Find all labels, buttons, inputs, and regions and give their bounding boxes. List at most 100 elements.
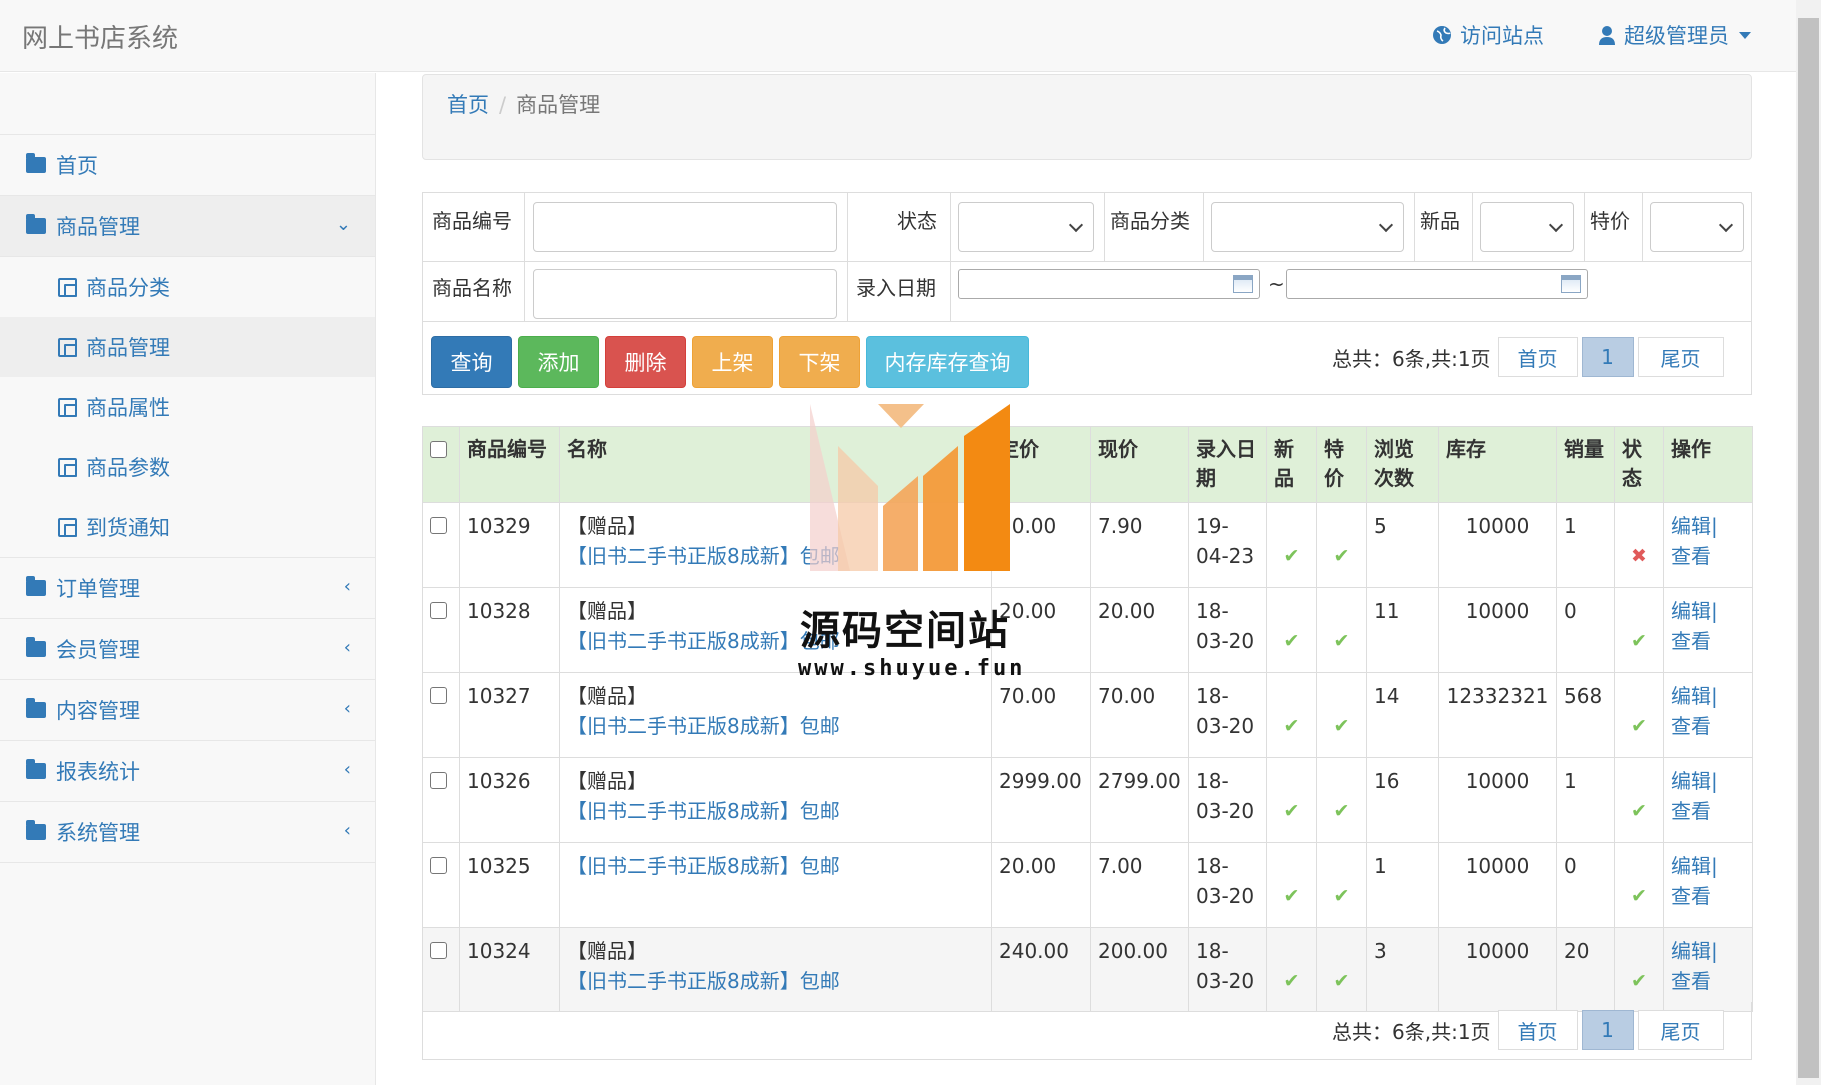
cell-status[interactable]: ✔ [1614,842,1664,928]
status-select[interactable] [958,202,1094,252]
select-all-checkbox[interactable] [430,441,447,458]
page-1-button[interactable]: 1 [1581,1010,1634,1050]
row-checkbox[interactable] [430,942,447,959]
cell-status[interactable]: ✔ [1614,757,1664,843]
edit-link[interactable]: 编辑| [1671,769,1718,793]
cell-status[interactable]: ✔ [1614,587,1664,673]
table-row[interactable]: 10325 【旧书二手书正版8成新】包邮 20.00 7.00 18-03-20 ✔ ✔ 1 1… [422,842,1753,928]
calendar-icon[interactable] [1233,275,1253,293]
product-title-link[interactable]: 【旧书二手书正版8成新】包邮 [567,854,840,878]
sidebar-item-reports[interactable]: 报表统计 ‹ [0,741,375,802]
header-no[interactable]: 商品编号 [459,426,560,503]
delete-button[interactable]: 删除 [605,336,686,388]
cell-new[interactable]: ✔ [1266,587,1317,673]
cell-special[interactable]: ✔ [1316,672,1367,758]
sidebar-item-members[interactable]: 会员管理 ‹ [0,619,375,680]
stock-query-button[interactable]: 内存库存查询 [866,336,1029,388]
cell-status[interactable]: ✔ [1614,672,1664,758]
sidebar-item-content[interactable]: 内容管理 ‹ [0,680,375,741]
header-price[interactable]: 现价 [1090,426,1189,503]
sidebar-subitem-params[interactable]: 商品参数 [0,437,375,497]
view-link[interactable]: 查看 [1671,884,1711,908]
cell-special[interactable]: ✔ [1316,587,1367,673]
table-row[interactable]: 10327 【赠品】 【旧书二手书正版8成新】包邮 70.00 70.00 18-03-2… [422,672,1753,758]
on-shelf-button[interactable]: 上架 [692,336,773,388]
first-page-button[interactable]: 首页 [1497,1010,1578,1050]
cell-special[interactable]: ✔ [1316,842,1367,928]
sidebar-item-orders[interactable]: 订单管理 ‹ [0,558,375,619]
row-checkbox[interactable] [430,517,447,534]
row-checkbox[interactable] [430,687,447,704]
cell-new[interactable]: ✔ [1266,842,1317,928]
sidebar-item-system[interactable]: 系统管理 ‹ [0,802,375,863]
scrollbar-thumb[interactable] [1798,18,1819,1078]
view-link[interactable]: 查看 [1671,629,1711,653]
divider [524,193,525,261]
cell-special[interactable]: ✔ [1316,502,1367,588]
cell-new[interactable]: ✔ [1266,502,1317,588]
query-button[interactable]: 查询 [431,336,512,388]
row-checkbox[interactable] [430,772,447,789]
sidebar-subitem-product[interactable]: 商品管理 [0,317,375,377]
edit-link[interactable]: 编辑| [1671,854,1718,878]
header-new[interactable]: 新品 [1266,426,1317,503]
new-select[interactable] [1480,202,1574,252]
cell-status[interactable]: ✖ [1614,502,1664,588]
product-no-input[interactable] [533,202,837,252]
row-checkbox[interactable] [430,602,447,619]
view-link[interactable]: 查看 [1671,969,1711,993]
edit-link[interactable]: 编辑| [1671,939,1718,963]
cell-new[interactable]: ✔ [1266,757,1317,843]
table-row[interactable]: 10328 【赠品】 【旧书二手书正版8成新】包邮 20.00 20.00 18-03-2… [422,587,1753,673]
page-1-button[interactable]: 1 [1581,337,1634,377]
special-select[interactable] [1650,202,1744,252]
view-link[interactable]: 查看 [1671,799,1711,823]
cell-date: 18-03-20 [1188,842,1267,928]
calendar-icon[interactable] [1561,275,1581,293]
header-views[interactable]: 浏览次数 [1366,426,1439,503]
first-page-button[interactable]: 首页 [1497,337,1578,377]
date-from-input[interactable] [958,269,1260,299]
edit-link[interactable]: 编辑| [1671,684,1718,708]
cell-new[interactable]: ✔ [1266,672,1317,758]
header-sales[interactable]: 销量 [1556,426,1615,503]
cell-no: 10326 [459,757,560,843]
header-status[interactable]: 状态 [1614,426,1664,503]
app-title[interactable]: 网上书店系统 [22,18,178,55]
table-row[interactable]: 10326 【赠品】 【旧书二手书正版8成新】包邮 2999.00 2799.00 18-… [422,757,1753,843]
cell-special[interactable]: ✔ [1316,757,1367,843]
add-button[interactable]: 添加 [518,336,599,388]
cell-new[interactable]: ✔ [1266,927,1317,1012]
last-page-button[interactable]: 尾页 [1637,1010,1724,1050]
sidebar-item-home[interactable]: 首页 [0,135,375,196]
name-label: 商品名称 [432,276,512,300]
edit-link[interactable]: 编辑| [1671,599,1718,623]
sidebar-item-product-management[interactable]: 商品管理 ⌄ [0,196,375,257]
breadcrumb-home[interactable]: 首页 [447,93,489,117]
header-stock[interactable]: 库存 [1438,426,1557,503]
cell-status[interactable]: ✔ [1614,927,1664,1012]
header-special[interactable]: 特价 [1316,426,1367,503]
view-link[interactable]: 查看 [1671,714,1711,738]
table-row[interactable]: 10324 【赠品】 【旧书二手书正版8成新】包邮 240.00 200.00 18-03… [422,927,1753,1012]
sidebar-subitem-attributes[interactable]: 商品属性 [0,377,375,437]
product-title-link[interactable]: 【旧书二手书正版8成新】包邮 [567,969,840,993]
table-row[interactable]: 10329 【赠品】 【旧书二手书正版8成新】包邮 20.00 7.90 19-04-23… [422,502,1753,588]
off-shelf-button[interactable]: 下架 [779,336,860,388]
cell-special[interactable]: ✔ [1316,927,1367,1012]
view-link[interactable]: 查看 [1671,544,1711,568]
sidebar-subitem-arrival[interactable]: 到货通知 [0,497,375,557]
visit-site-link[interactable]: 访问站点 [1432,20,1544,50]
name-input[interactable] [533,269,837,319]
last-page-button[interactable]: 尾页 [1637,337,1724,377]
page-scrollbar[interactable] [1796,0,1821,1085]
date-to-input[interactable] [1286,269,1588,299]
row-checkbox[interactable] [430,857,447,874]
header-date[interactable]: 录入日期 [1188,426,1267,503]
user-menu[interactable]: 超级管理员 [1598,20,1751,50]
sidebar-subitem-category[interactable]: 商品分类 [0,257,375,317]
edit-link[interactable]: 编辑| [1671,514,1718,538]
product-title-link[interactable]: 【旧书二手书正版8成新】包邮 [567,799,840,823]
category-select[interactable] [1211,202,1404,252]
product-title-link[interactable]: 【旧书二手书正版8成新】包邮 [567,714,840,738]
